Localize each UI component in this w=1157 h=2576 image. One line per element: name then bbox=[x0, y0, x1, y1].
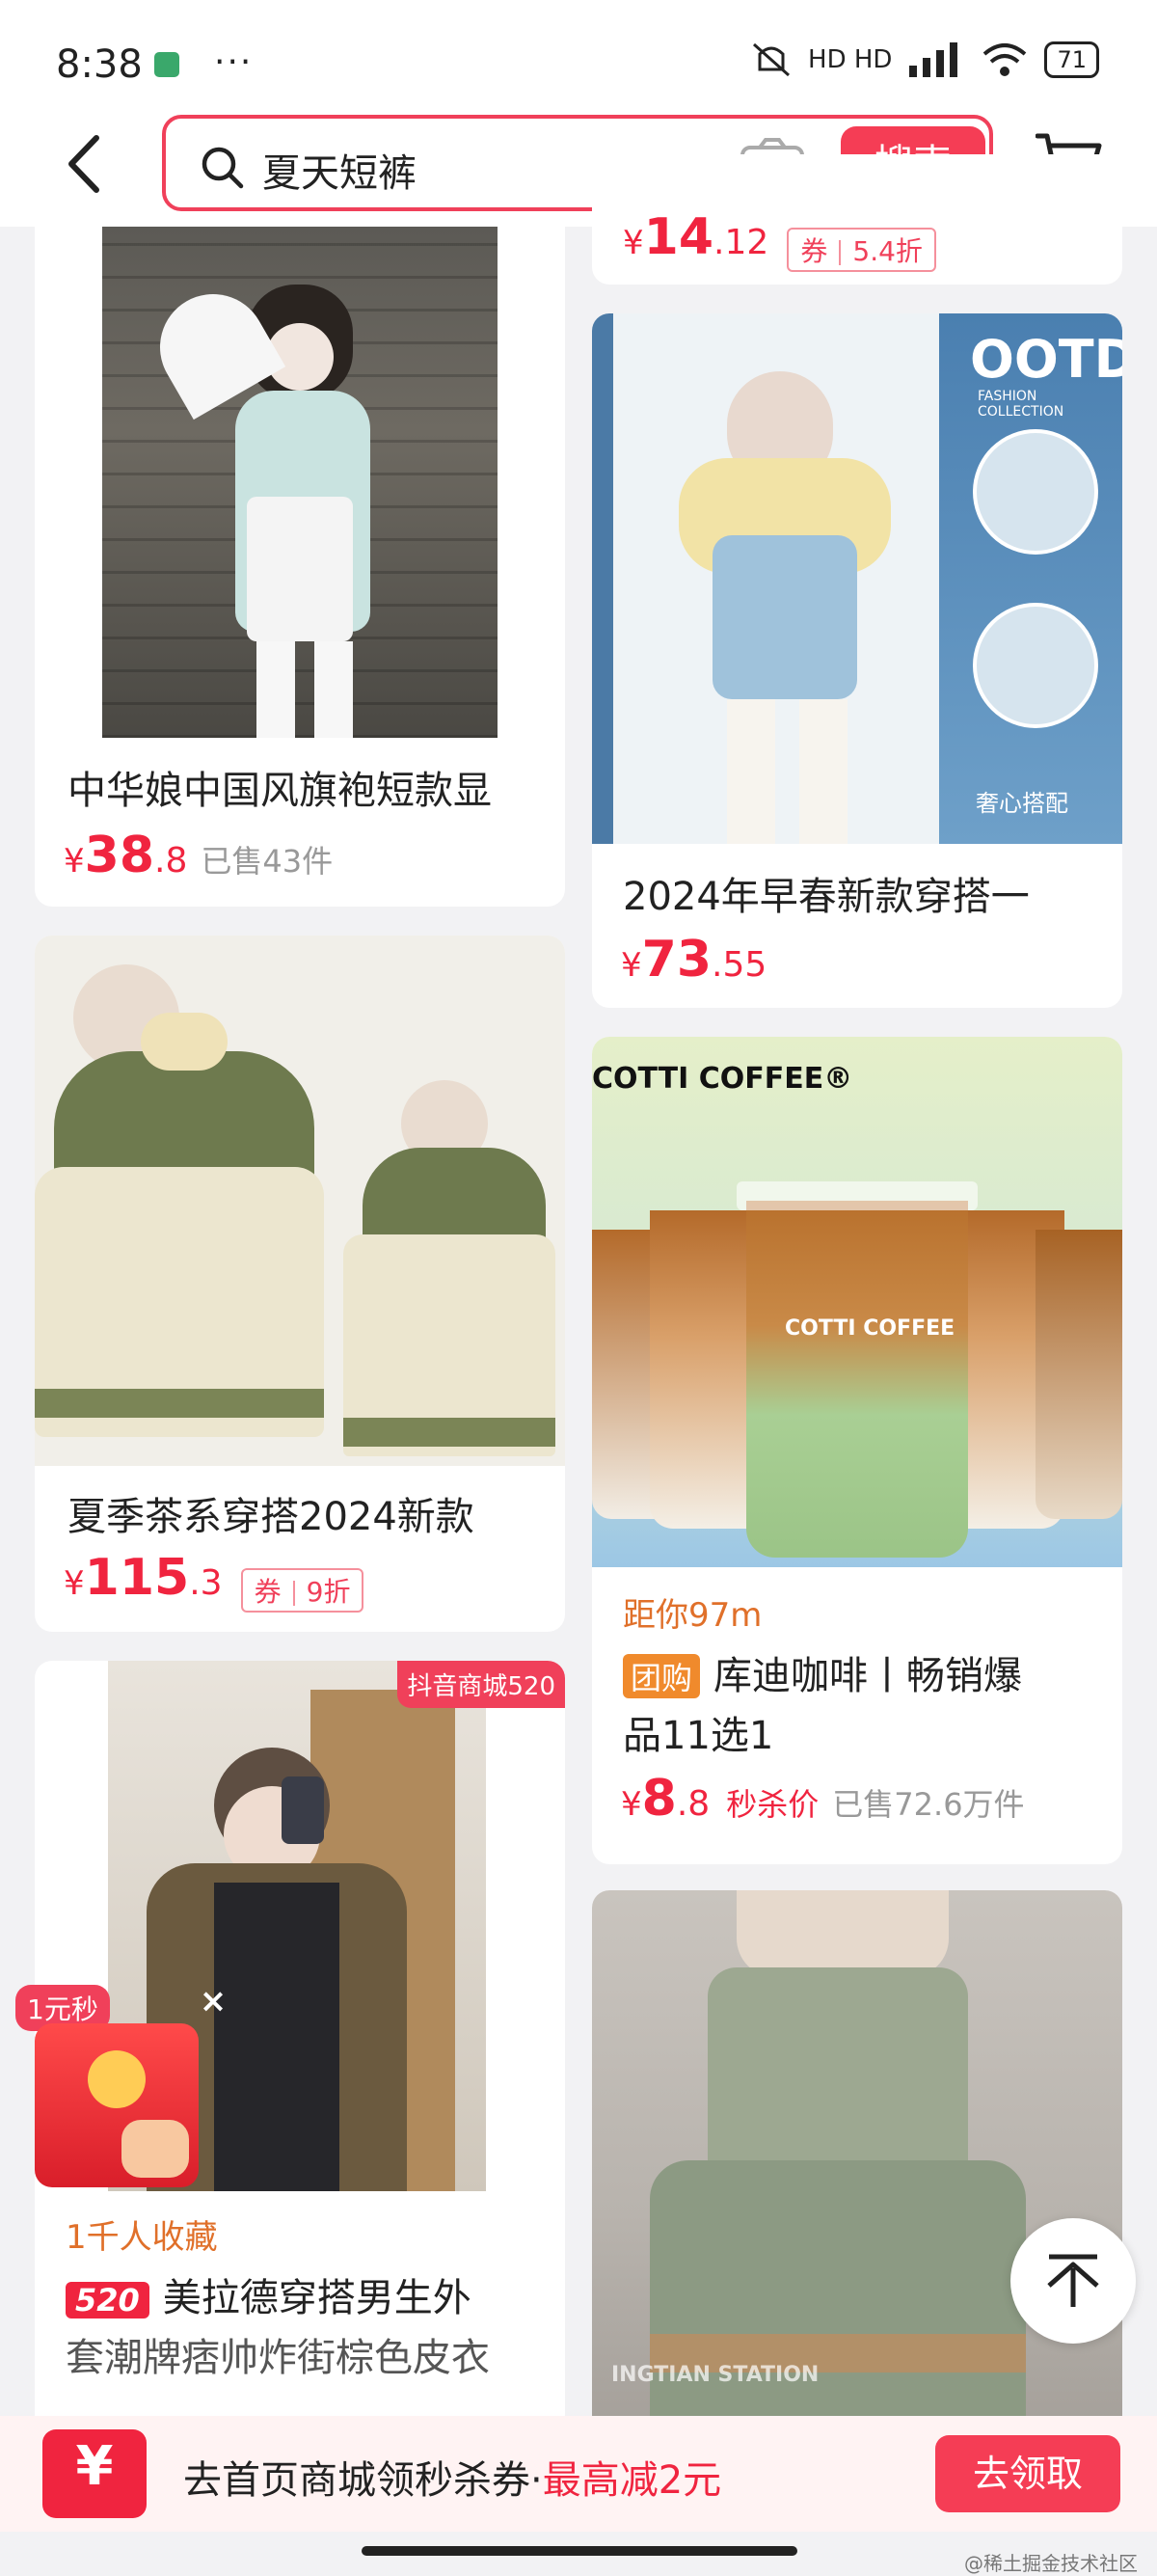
product-card[interactable]: 中华娘中国风旗袍短款显 ¥38.8 已售43件 bbox=[35, 227, 565, 907]
red-packet-widget[interactable]: 1元秒 × bbox=[15, 1985, 228, 2187]
product-title: 夏季茶系穿搭2024新款 bbox=[67, 1495, 474, 1539]
product-price: ¥73.55 bbox=[621, 931, 767, 989]
coupon-badge: 券 9折 bbox=[240, 1567, 364, 1613]
product-title: 520 美拉德穿搭男生外 bbox=[66, 2266, 471, 2322]
image-watermark-text: INGTIAN STATION bbox=[611, 2363, 820, 2387]
product-card[interactable]: INGTIAN STATION bbox=[592, 1890, 1122, 2430]
home-indicator[interactable] bbox=[362, 2546, 797, 2556]
network-label: HD HD bbox=[808, 45, 893, 74]
more-dots-icon: ··· bbox=[214, 42, 254, 82]
battery-indicator: 71 bbox=[1044, 41, 1099, 78]
watermark: @稀土掘金技术社区 bbox=[964, 2552, 1138, 2575]
wifi-icon bbox=[983, 43, 1027, 76]
product-price: ¥115.3 券 9折 bbox=[64, 1549, 364, 1613]
favorite-count: 1千人收藏 bbox=[66, 2218, 218, 2257]
distance-label: 距你97m bbox=[623, 1596, 763, 1635]
product-title-line2: 套潮牌痞帅炸街棕色皮衣 bbox=[66, 2336, 490, 2380]
claim-button[interactable]: 去领取 bbox=[935, 2435, 1120, 2512]
arrow-up-icon bbox=[1047, 2254, 1099, 2307]
product-card[interactable]: COTTI COFFEE® COTTI COFFEE 距你97m 团购 库迪咖啡丨… bbox=[592, 1037, 1122, 1864]
product-image: OOTD FASHION COLLECTION 奢心搭配 bbox=[592, 313, 1122, 844]
product-image bbox=[102, 227, 498, 738]
product-price: ¥8.8 秒杀价 已售72.6万件 bbox=[621, 1770, 1025, 1828]
mute-icon bbox=[753, 42, 791, 77]
product-card[interactable]: 夏季茶系穿搭2024新款 ¥115.3 券 9折 bbox=[35, 935, 565, 1632]
coupon-badge: 券 5.4折 bbox=[787, 227, 936, 272]
product-title: 团购 库迪咖啡丨畅销爆 bbox=[623, 1644, 1022, 1700]
search-icon bbox=[202, 147, 244, 189]
coffee-brand-label: COTTI COFFEE® bbox=[592, 1062, 853, 1096]
product-image: INGTIAN STATION bbox=[592, 1890, 1122, 2430]
product-image bbox=[35, 935, 565, 1466]
promo-520-tag: 520 bbox=[66, 2282, 149, 2318]
ootd-label: OOTD bbox=[970, 329, 1122, 390]
product-title-line2: 品11选1 bbox=[623, 1714, 774, 1758]
status-time: 8:38 bbox=[56, 42, 143, 87]
sold-count: 已售43件 bbox=[201, 843, 334, 880]
red-envelope-icon bbox=[35, 2023, 199, 2187]
back-arrow-icon[interactable] bbox=[58, 130, 116, 198]
signal-icon bbox=[909, 42, 958, 77]
flash-sale-label: 秒杀价 bbox=[726, 1786, 820, 1823]
sold-count: 已售72.6万件 bbox=[832, 1786, 1025, 1823]
ootd-sublabel: FASHION COLLECTION bbox=[978, 389, 1064, 420]
group-buy-tag: 团购 bbox=[623, 1654, 701, 1698]
product-title: 中华娘中国风旗袍短款显 bbox=[67, 769, 492, 813]
coupon-yen-icon: ¥ bbox=[37, 2426, 152, 2522]
product-card[interactable]: ¥14.12 券 5.4折 bbox=[592, 154, 1122, 285]
app-notification-icon bbox=[154, 52, 179, 77]
search-input[interactable]: 夏天短裤 bbox=[262, 142, 417, 198]
promo-text: 去首页商城领秒杀券·最高减2元 bbox=[183, 2458, 722, 2503]
cup-brand-label: COTTI COFFEE bbox=[785, 1316, 955, 1341]
product-price: ¥14.12 券 5.4折 bbox=[623, 208, 936, 272]
product-image: COTTI COFFEE® COTTI COFFEE bbox=[592, 1037, 1122, 1567]
mall-badge: 抖音商城520 bbox=[397, 1661, 565, 1708]
product-title: 2024年早春新款穿搭一 bbox=[623, 875, 1030, 919]
product-price: ¥38.8 已售43件 bbox=[64, 827, 334, 884]
status-bar: 8:38 ··· HD HD 71 bbox=[0, 0, 1157, 116]
scroll-to-top-button[interactable] bbox=[1010, 2218, 1136, 2344]
ootd-tag: 奢心搭配 bbox=[976, 790, 1068, 817]
close-icon[interactable]: × bbox=[197, 1985, 229, 2018]
product-card[interactable]: OOTD FASHION COLLECTION 奢心搭配 2024年早春新款穿搭… bbox=[592, 313, 1122, 1008]
promo-banner[interactable]: ¥ 去首页商城领秒杀券·最高减2元 去领取 bbox=[0, 2416, 1157, 2532]
status-icons: HD HD 71 bbox=[750, 41, 1099, 79]
